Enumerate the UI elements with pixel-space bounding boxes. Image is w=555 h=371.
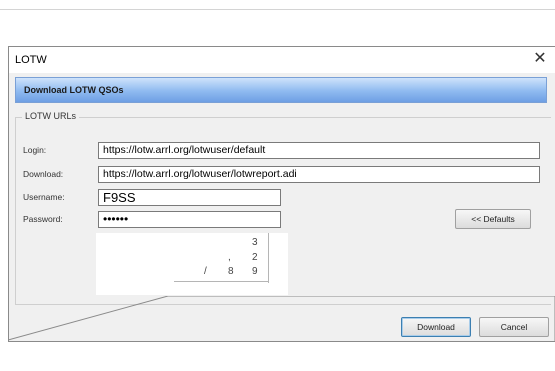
download-button[interactable]: Download	[401, 317, 471, 337]
close-icon[interactable]: ✕	[531, 50, 549, 68]
login-field[interactable]: https://lotw.arrl.org/lotwuser/default	[98, 142, 540, 159]
group-legend: LOTW URLs	[22, 111, 80, 121]
keypad-overlay: 3 , 2 / 8 9	[96, 233, 288, 295]
header-banner: Download LOTW QSOs	[15, 77, 547, 103]
lotw-dialog: LOTW ✕ Download LOTW QSOs LOTW URLs Logi…	[8, 46, 555, 342]
password-label: Password:	[23, 214, 63, 224]
window-title: LOTW	[15, 54, 47, 66]
login-label: Login:	[23, 145, 47, 155]
cancel-button[interactable]: Cancel	[479, 317, 549, 337]
keypad-digit: 8	[228, 266, 234, 277]
keypad-digit: 3	[252, 237, 258, 248]
top-divider	[0, 9, 555, 10]
keypad-divider	[268, 233, 269, 283]
download-url-field[interactable]: https://lotw.arrl.org/lotwuser/lotwrepor…	[98, 166, 540, 183]
username-label: Username:	[23, 192, 65, 202]
keypad-digit: 2	[252, 252, 258, 263]
banner-title: Download LOTW QSOs	[24, 85, 124, 95]
password-field[interactable]: ••••••	[98, 211, 281, 228]
keypad-digit: 9	[252, 266, 258, 277]
download-label: Download:	[23, 169, 64, 179]
username-field[interactable]: F9SS	[98, 189, 281, 206]
keypad-digit: /	[204, 266, 207, 277]
defaults-button[interactable]: << Defaults	[455, 209, 531, 229]
keypad-digit: ,	[228, 252, 231, 263]
keypad-divider	[174, 281, 269, 282]
title-bar: LOTW ✕	[9, 47, 555, 73]
